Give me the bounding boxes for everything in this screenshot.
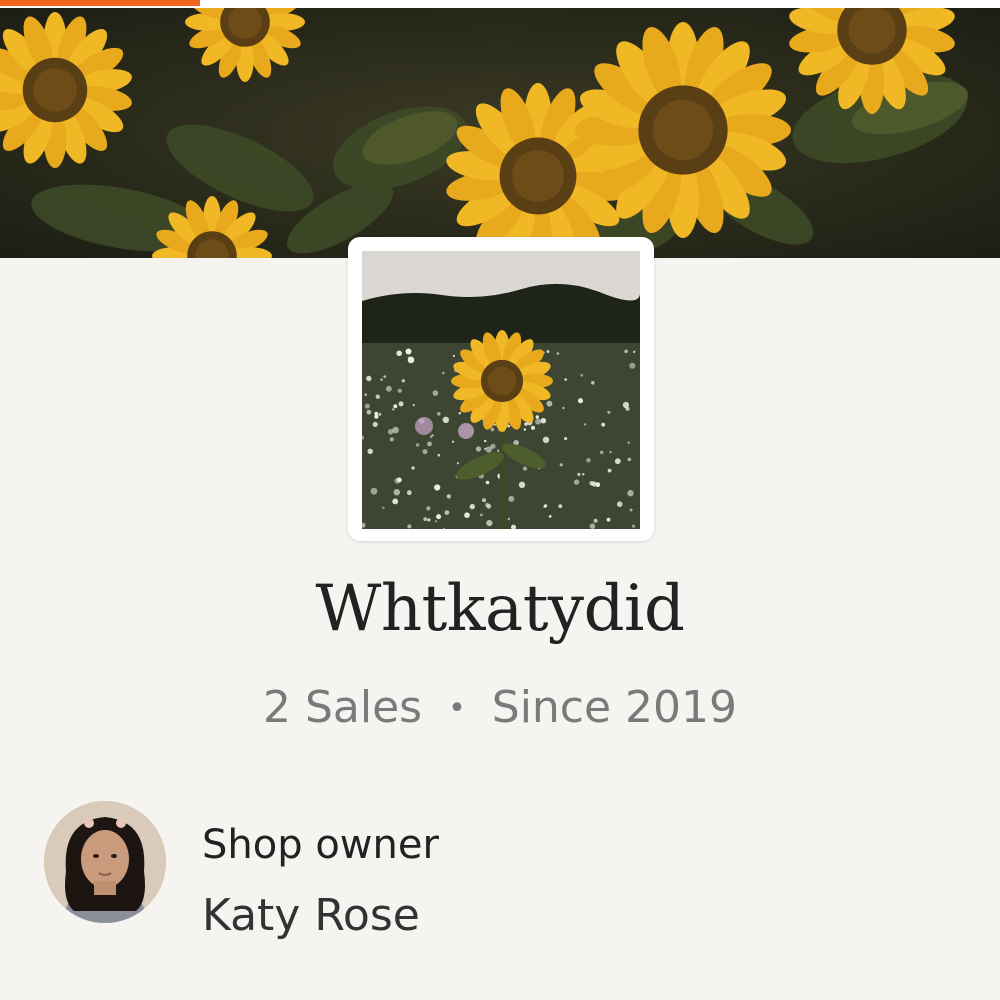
owner-name[interactable]: Katy Rose	[202, 890, 420, 941]
shop-stats: 2 Sales • Since 2019	[0, 682, 1000, 733]
separator-dot: •	[448, 691, 466, 726]
sales-count[interactable]: 2 Sales	[263, 682, 422, 733]
owner-avatar[interactable]	[44, 801, 166, 923]
sunflower-meadow-image	[362, 251, 640, 529]
since-year: Since 2019	[491, 682, 738, 733]
owner-role-label: Shop owner	[202, 822, 439, 868]
sunflower-banner-image	[0, 8, 1000, 258]
owner-avatar-image	[44, 801, 166, 923]
shop-name: Whtkatydid	[315, 572, 685, 646]
shop-icon[interactable]	[348, 237, 654, 541]
progress-fill	[0, 0, 200, 6]
shop-banner	[0, 8, 1000, 258]
top-progress-bar	[0, 0, 1000, 8]
